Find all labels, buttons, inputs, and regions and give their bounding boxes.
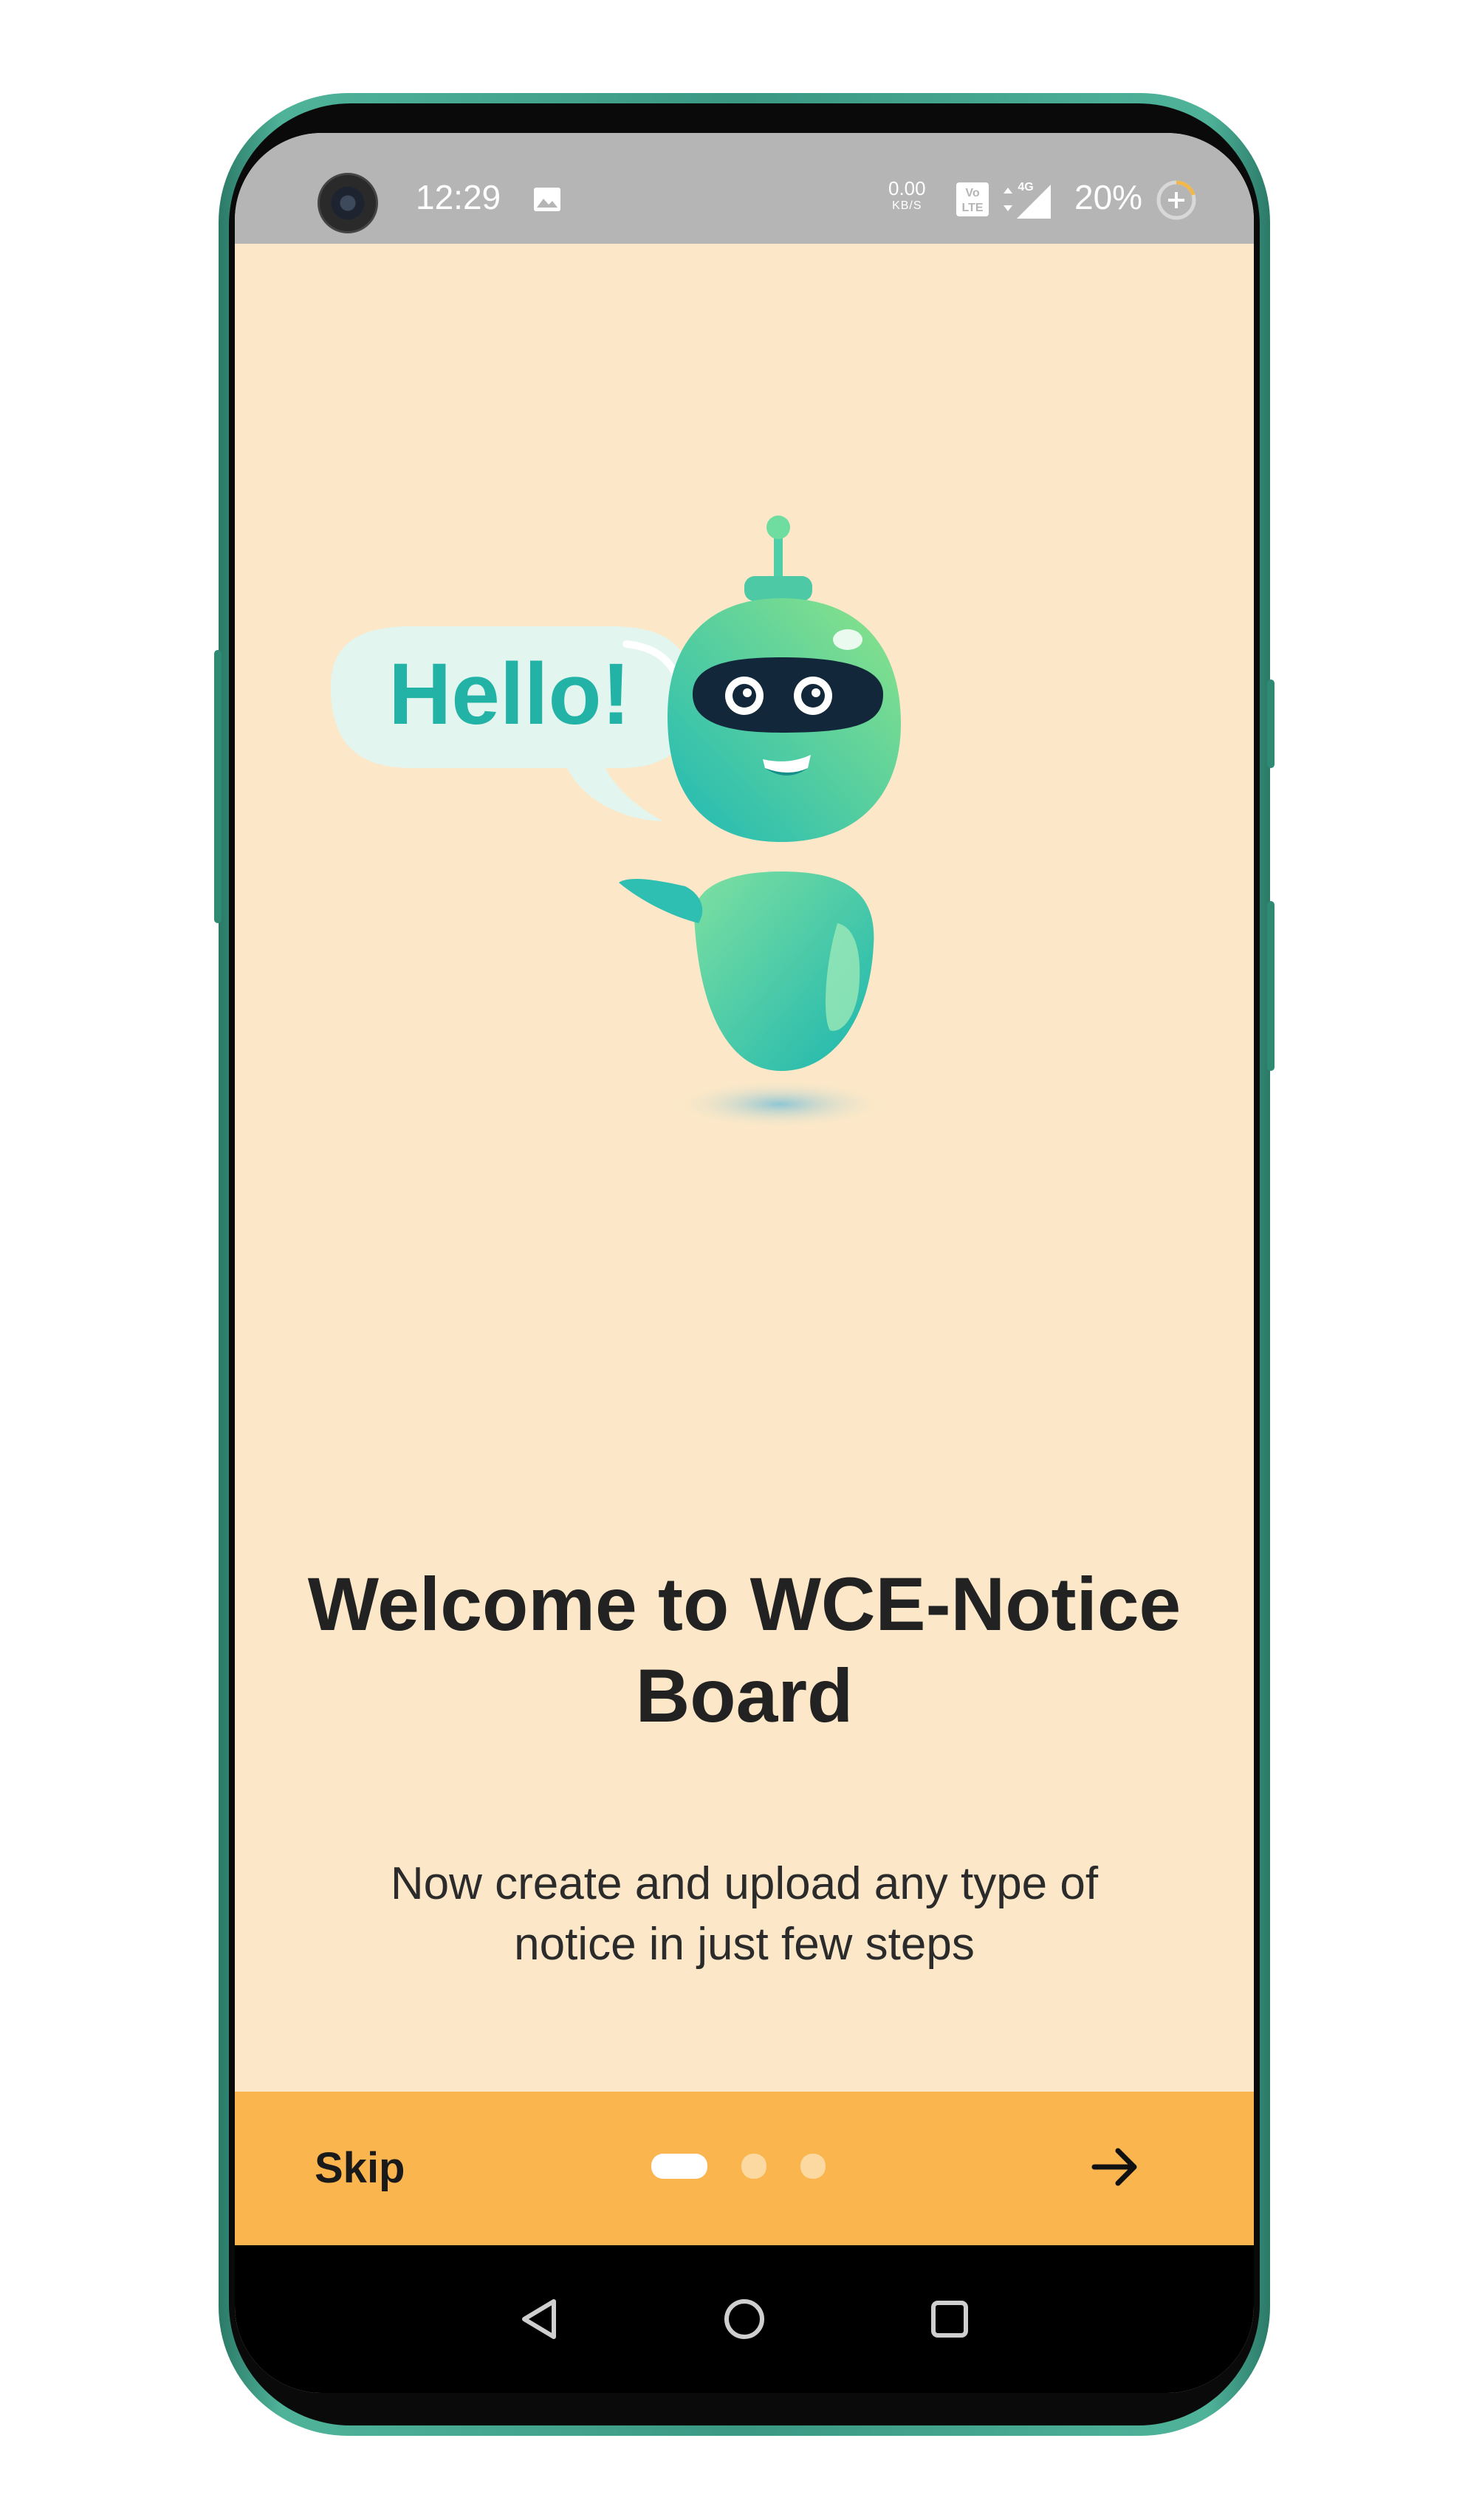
phone-screen: 12:29 0.00 KB/S Vo LTE 4G 20% Hello! Wel… <box>235 133 1254 2393</box>
subtitle-line-2: notice in just few steps <box>514 1919 975 1970</box>
robot-shadow <box>669 1079 891 1129</box>
phone-alert-slider <box>1267 679 1275 768</box>
skip-button[interactable]: Skip <box>315 2143 405 2193</box>
net-speed-indicator: 0.00 KB/S <box>888 179 926 212</box>
battery-percent: 20% <box>1074 178 1143 216</box>
gallery-icon <box>534 188 560 211</box>
volte-bottom-text: LTE <box>961 202 983 214</box>
page-dot-active <box>651 2154 707 2179</box>
navigation-bar <box>235 2245 1254 2393</box>
subtitle-line-1: Now create and upload any type of <box>390 1858 1099 1909</box>
robot-head <box>668 598 901 842</box>
network-type-text: 4G <box>1018 181 1033 194</box>
arrow-right-icon[interactable] <box>1085 2137 1145 2197</box>
robot-illustration: Hello! <box>331 516 901 1129</box>
onboarding-title: Welcome to WCE-Notice Board <box>235 1558 1254 1742</box>
signal-icon: 4G <box>1004 181 1051 219</box>
title-line-1: Welcome to WCE-Notice <box>307 1562 1181 1646</box>
onboarding-bottom-bar: Skip <box>235 2092 1254 2245</box>
volte-top-text: Vo <box>965 187 979 199</box>
status-time: 12:29 <box>416 178 501 216</box>
robot-antenna <box>744 516 812 601</box>
robot-body <box>619 872 874 1071</box>
page-dot <box>800 2154 826 2179</box>
status-bar: 12:29 0.00 KB/S Vo LTE 4G 20% <box>235 133 1254 244</box>
phone-power-button <box>1267 901 1275 1071</box>
recents-square-icon[interactable] <box>920 2290 979 2349</box>
battery-icon <box>1156 180 1196 220</box>
back-triangle-icon[interactable] <box>511 2290 570 2349</box>
volte-icon: Vo LTE <box>956 182 989 216</box>
onboarding-subtitle: Now create and upload any type of notice… <box>235 1854 1254 1975</box>
home-circle-icon[interactable] <box>715 2290 774 2349</box>
phone-volume-button <box>214 650 222 923</box>
camera-icon <box>318 173 378 233</box>
speech-bubble: Hello! <box>331 626 693 821</box>
hello-text: Hello! <box>388 646 631 743</box>
net-speed-value: 0.00 <box>888 177 926 199</box>
page-dot <box>741 2154 766 2179</box>
net-speed-unit: KB/S <box>892 199 922 212</box>
title-line-2: Board <box>635 1654 854 1738</box>
